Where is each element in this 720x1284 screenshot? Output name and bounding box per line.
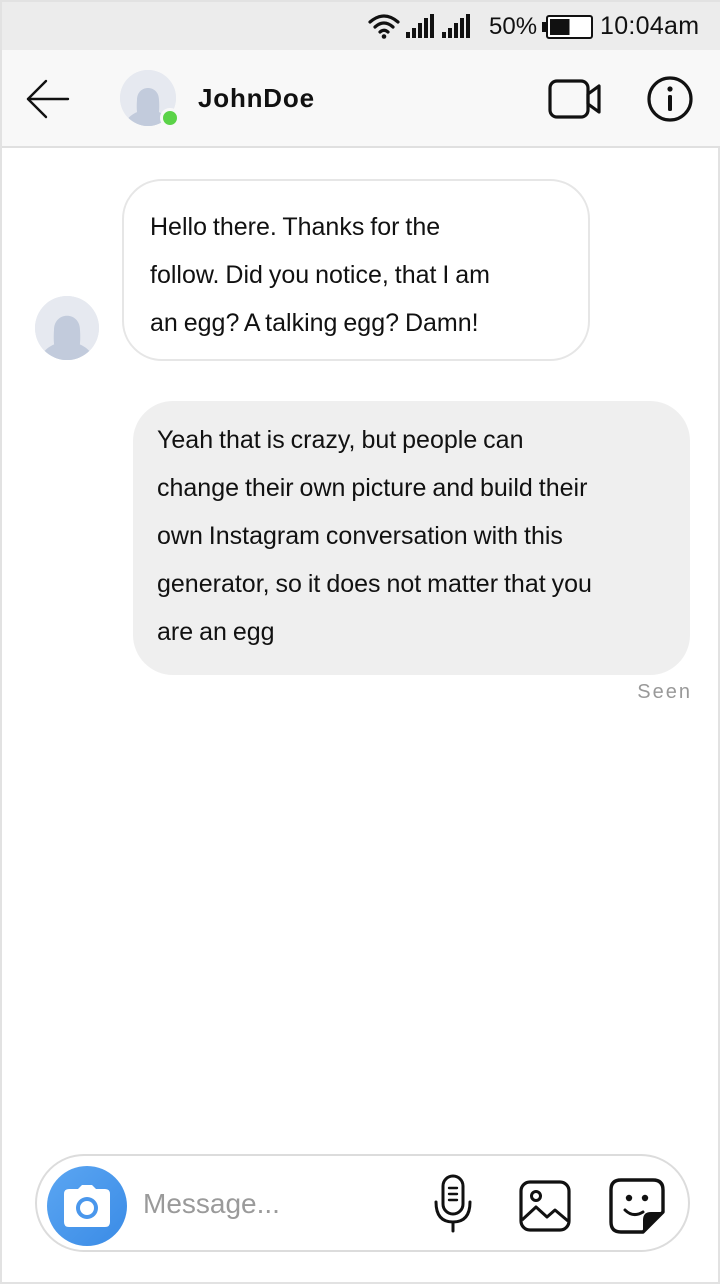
- signal-icon: [442, 14, 470, 38]
- message-line: Hello there. Thanks for the: [150, 213, 441, 241]
- seen-status: Seen: [637, 681, 692, 703]
- chat-screen: 50% 10:04am JohnDoe Hello there. Thanks …: [0, 0, 720, 1284]
- microphone-icon[interactable]: [433, 1174, 473, 1234]
- incoming-message-bubble[interactable]: Hello there. Thanks for the follow. Did …: [122, 179, 590, 361]
- camera-button[interactable]: [47, 1166, 127, 1246]
- avatar-icon: [35, 296, 99, 360]
- chat-header: JohnDoe: [2, 50, 720, 148]
- message-line: generator, so it does not matter that yo…: [157, 570, 592, 598]
- sticker-icon[interactable]: [609, 1178, 665, 1234]
- info-icon[interactable]: [646, 75, 694, 123]
- sender-avatar[interactable]: [35, 296, 99, 360]
- username[interactable]: JohnDoe: [198, 83, 315, 114]
- gallery-icon[interactable]: [519, 1180, 571, 1232]
- camera-icon: [64, 1185, 110, 1227]
- outgoing-message-bubble[interactable]: Yeah that is crazy, but people can chang…: [133, 401, 690, 675]
- message-line: are an egg: [157, 618, 275, 646]
- video-camera-icon[interactable]: [548, 78, 602, 120]
- online-status-dot: [160, 108, 180, 128]
- message-line: change their own picture and build their: [157, 474, 588, 502]
- clock: 10:04am: [600, 12, 700, 40]
- message-line: an egg? A talking egg? Damn!: [150, 309, 479, 337]
- battery-icon: [542, 15, 593, 39]
- message-line: follow. Did you notice, that I am: [150, 261, 491, 289]
- message-line: Yeah that is crazy, but people can: [157, 426, 524, 454]
- signal-icon: [406, 14, 434, 38]
- battery-percent: 50%: [489, 13, 538, 40]
- status-bar: 50% 10:04am: [2, 2, 720, 50]
- wifi-icon: [368, 14, 400, 39]
- back-arrow-icon[interactable]: [26, 79, 70, 119]
- message-line: own Instagram conversation with this: [157, 522, 563, 550]
- message-composer: [35, 1154, 690, 1252]
- message-input[interactable]: [143, 1180, 413, 1228]
